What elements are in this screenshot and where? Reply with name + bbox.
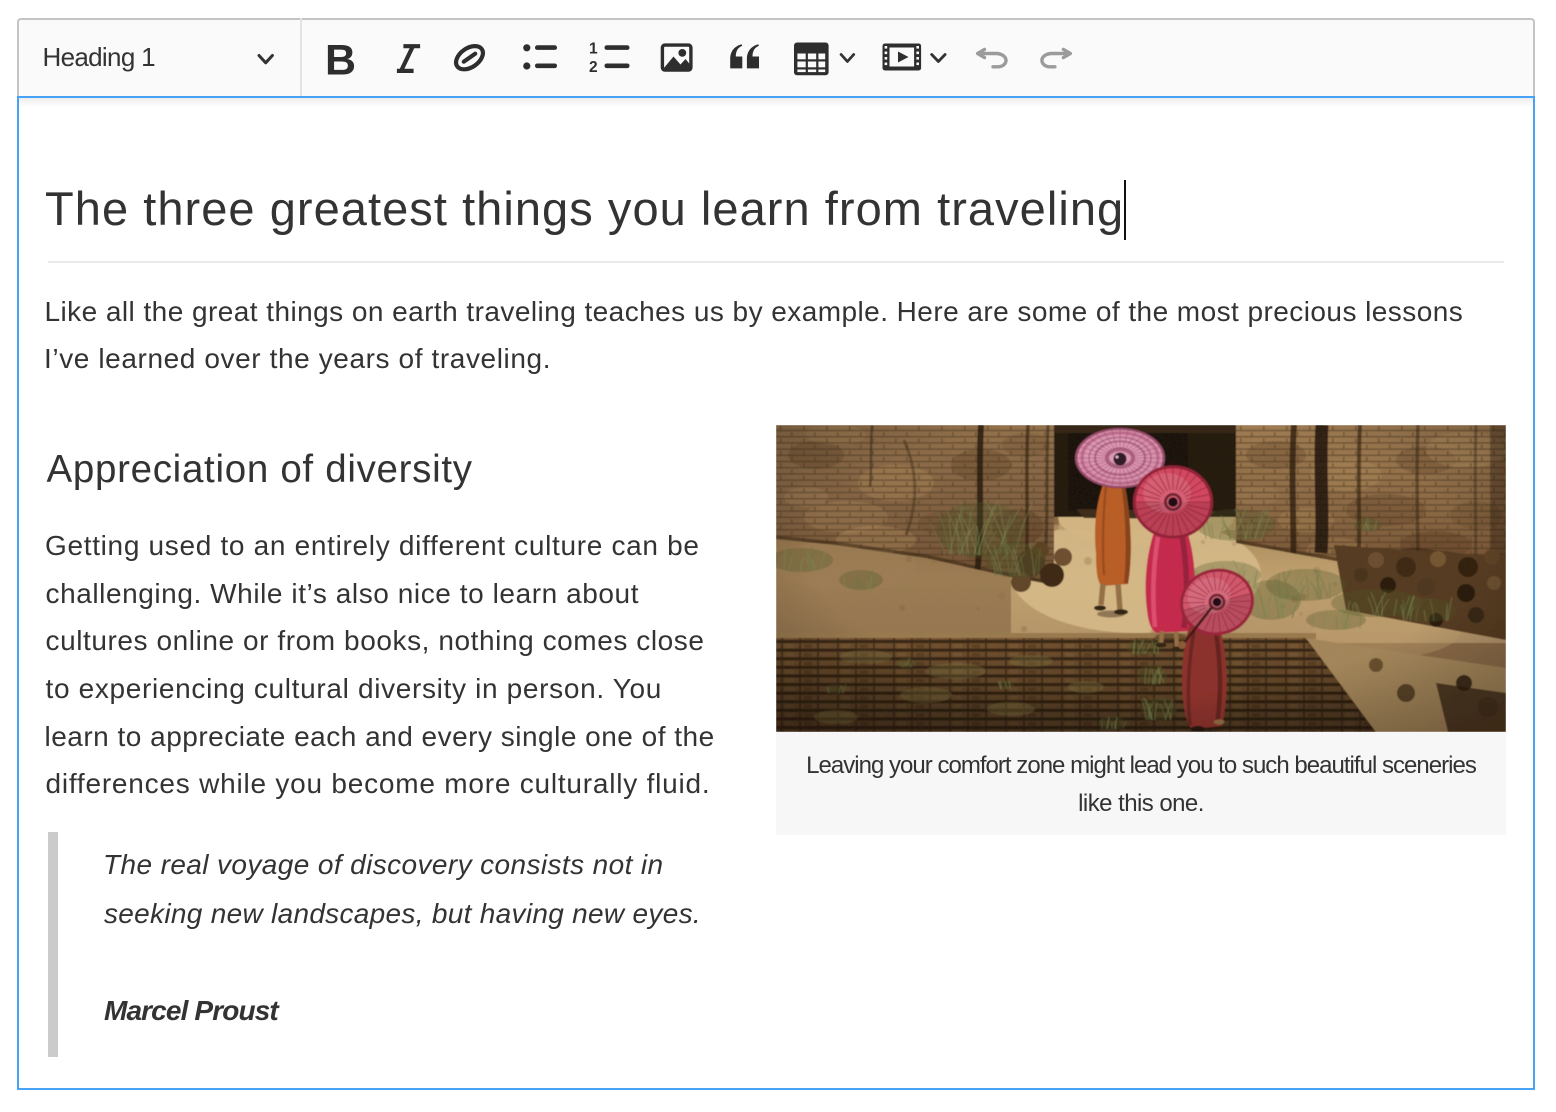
svg-text:2: 2	[589, 59, 598, 76]
svg-text:B: B	[325, 37, 356, 85]
svg-text:1: 1	[589, 40, 598, 57]
